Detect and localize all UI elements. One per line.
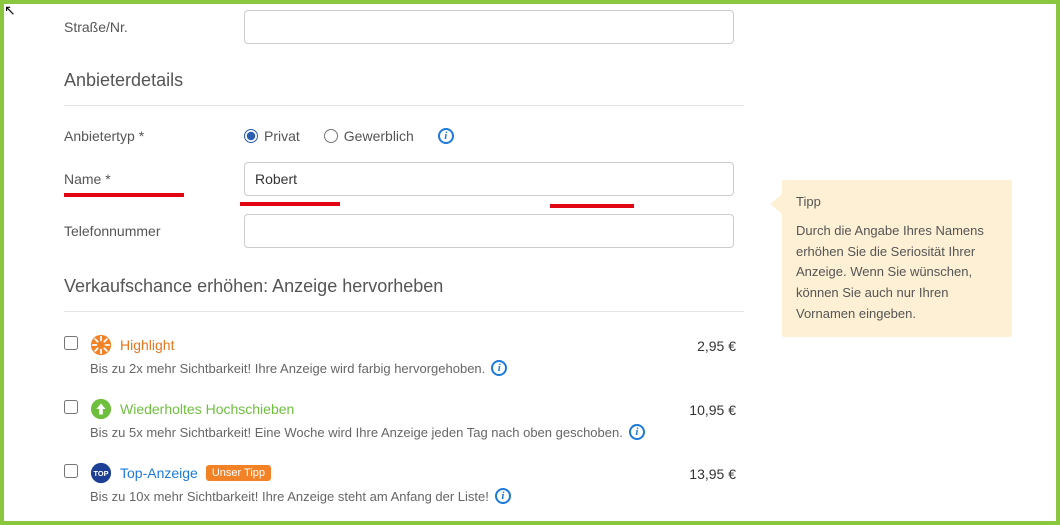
phone-input[interactable] (244, 214, 734, 248)
divider (64, 105, 744, 106)
name-label: Name * (64, 171, 244, 187)
info-icon[interactable]: i (438, 128, 454, 144)
promo-price: 2,95 € (697, 338, 736, 354)
seller-type-private-radio[interactable] (244, 129, 258, 143)
tip-callout: Tipp Durch die Angabe Ihres Namens erhöh… (782, 180, 1012, 337)
mouse-cursor-icon: ↖ (4, 2, 16, 19)
svg-text:TOP: TOP (94, 469, 109, 478)
promo-item: Wiederholtes Hochschieben Bis zu 5x mehr … (64, 398, 744, 456)
promo-checkbox[interactable] (64, 464, 78, 478)
seller-type-commercial[interactable]: Gewerblich (324, 128, 414, 144)
info-icon[interactable]: i (495, 488, 511, 504)
bump-icon (90, 398, 112, 420)
seller-type-label: Anbietertyp * (64, 128, 244, 144)
highlight-icon (90, 334, 112, 356)
street-input[interactable] (244, 10, 734, 44)
promote-heading: Verkaufschance erhöhen: Anzeige hervorhe… (64, 276, 744, 297)
seller-type-commercial-radio[interactable] (324, 129, 338, 143)
promo-title[interactable]: Highlight (120, 337, 174, 353)
info-icon[interactable]: i (629, 424, 645, 440)
promo-checkbox[interactable] (64, 336, 78, 350)
promo-price: 10,95 € (689, 402, 736, 418)
divider (64, 311, 744, 312)
info-icon[interactable]: i (491, 360, 507, 376)
tip-body: Durch die Angabe Ihres Namens erhöhen Si… (796, 221, 998, 325)
promo-item: TOP Top-Anzeige Unser Tipp Bis zu 10x mehr … (64, 462, 744, 520)
promo-title[interactable]: Top-Anzeige (120, 465, 198, 481)
promo-checkbox[interactable] (64, 400, 78, 414)
name-input[interactable] (244, 162, 734, 196)
annotation-underline (550, 204, 634, 208)
top-icon: TOP (90, 462, 112, 484)
tip-title: Tipp (796, 192, 998, 213)
tip-arrow-icon (770, 194, 782, 214)
promo-title[interactable]: Wiederholtes Hochschieben (120, 401, 294, 417)
promo-badge: Unser Tipp (206, 465, 271, 481)
seller-type-private-label: Privat (264, 128, 300, 144)
promo-desc: Bis zu 2x mehr Sichtbarkeit! Ihre Anzeig… (90, 361, 485, 376)
promo-price: 13,95 € (689, 466, 736, 482)
street-label: Straße/Nr. (64, 19, 244, 35)
seller-details-heading: Anbieterdetails (64, 70, 744, 91)
promo-desc: Bis zu 10x mehr Sichtbarkeit! Ihre Anzei… (90, 489, 489, 504)
promo-desc: Bis zu 5x mehr Sichtbarkeit! Eine Woche … (90, 425, 623, 440)
seller-type-commercial-label: Gewerblich (344, 128, 414, 144)
phone-label: Telefonnummer (64, 223, 244, 239)
promo-item: Highlight Bis zu 2x mehr Sichtbarkeit! Ih… (64, 334, 744, 392)
seller-type-private[interactable]: Privat (244, 128, 300, 144)
